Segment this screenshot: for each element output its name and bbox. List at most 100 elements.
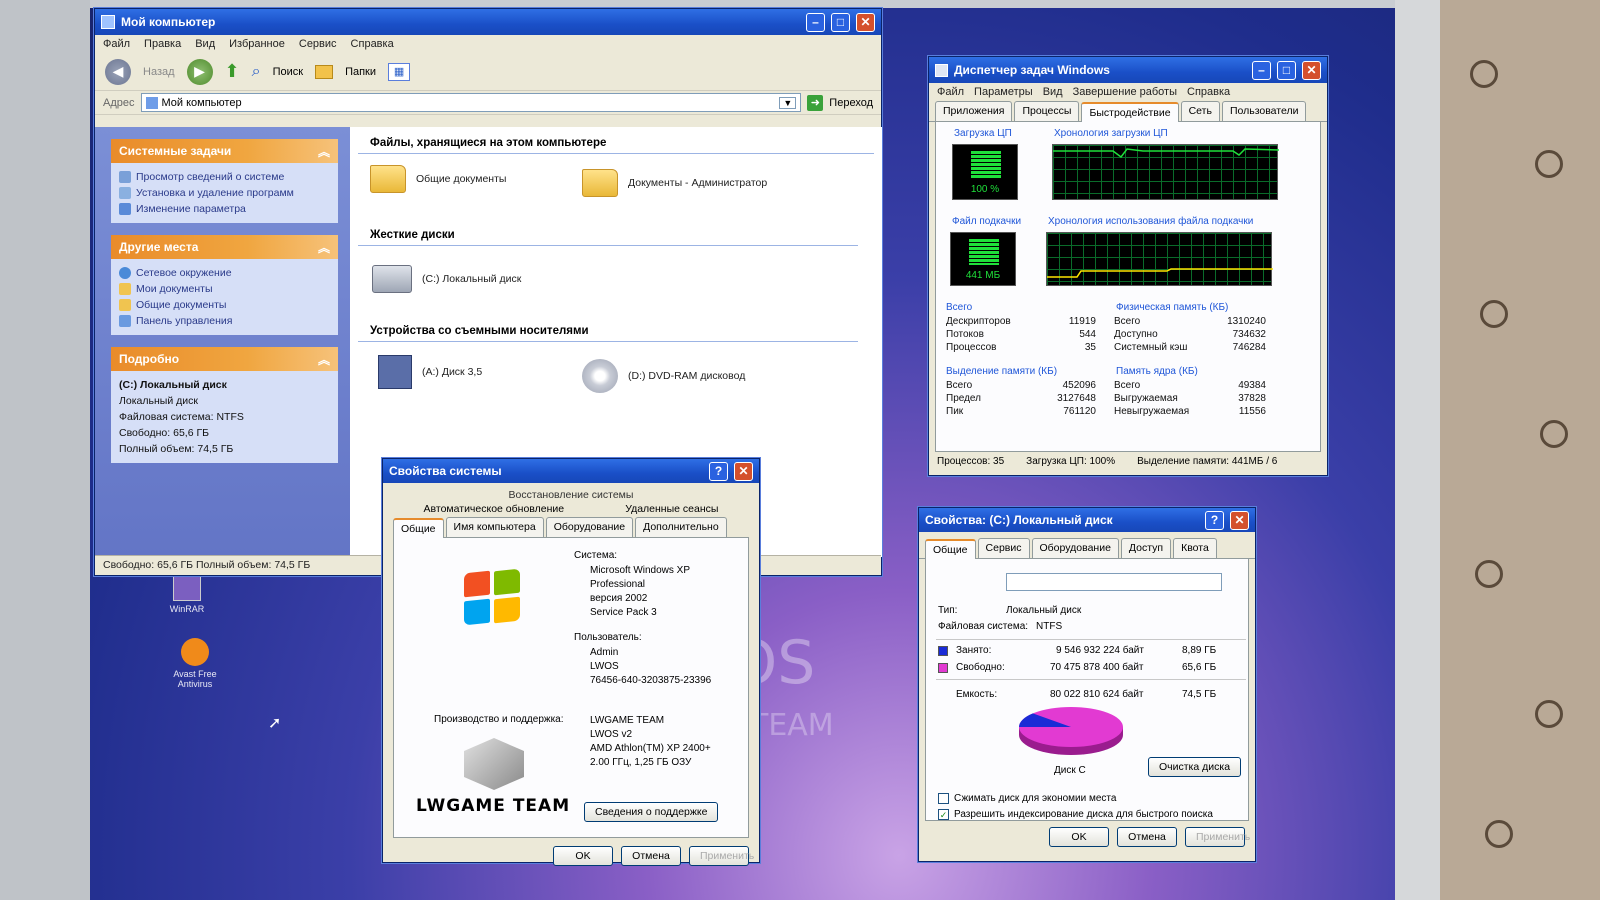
cancel-button[interactable]: Отмена (621, 846, 681, 866)
menu-view[interactable]: Вид (1043, 86, 1063, 98)
help-button[interactable]: ? (1205, 510, 1224, 530)
folders-icon[interactable] (315, 64, 334, 79)
avast-icon (181, 638, 209, 666)
task-view-system-info[interactable]: Просмотр сведений о системе (119, 169, 330, 185)
tab-hardware[interactable]: Оборудование (545, 517, 634, 537)
index-option[interactable]: ✓ Разрешить индексирование диска для быс… (938, 809, 1213, 820)
free-gb: 65,6 ГБ (1182, 662, 1217, 673)
tab-applications[interactable]: Приложения (935, 101, 1013, 121)
place-my-documents[interactable]: Мои документы (119, 281, 330, 297)
place-network[interactable]: Сетевое окружение (119, 265, 330, 281)
disk-usage-pie (1019, 707, 1123, 755)
sysprops-title: Свойства системы (389, 464, 502, 478)
taskmgr-titlebar[interactable]: Диспетчер задач Windows – □ ✕ (929, 57, 1327, 83)
tab-computer-name[interactable]: Имя компьютера (445, 517, 544, 537)
d-drive-item[interactable]: (D:) DVD-RAM дисковод (582, 359, 745, 393)
a-drive-item[interactable]: (A:) Диск 3,5 (378, 355, 482, 389)
tab-tools[interactable]: Сервис (977, 538, 1030, 558)
apply-button[interactable]: Применить (689, 846, 754, 866)
menu-tools[interactable]: Сервис (299, 38, 337, 50)
dropdown-arrow-icon[interactable]: ▼ (779, 96, 797, 109)
totals-row: Процессов 35 (946, 342, 1096, 353)
disk-label-input[interactable] (1006, 573, 1222, 591)
admin-documents-item[interactable]: Документы - Администратор (582, 169, 767, 197)
minimize-button[interactable]: – (1252, 60, 1271, 80)
tab-sharing[interactable]: Доступ (1120, 538, 1172, 558)
system-tasks-header[interactable]: Системные задачи ︽ (111, 139, 338, 163)
collapse-icon[interactable]: ︽ (318, 351, 330, 368)
search-icon[interactable]: ⌕ (252, 63, 261, 81)
menu-file[interactable]: Файл (103, 38, 130, 50)
search-button[interactable]: Поиск (273, 66, 303, 78)
menu-edit[interactable]: Правка (144, 38, 181, 50)
menu-shutdown[interactable]: Завершение работы (1073, 86, 1177, 98)
cancel-button[interactable]: Отмена (1117, 827, 1177, 847)
go-button[interactable]: Переход (829, 97, 873, 109)
details-free: Свободно: 65,6 ГБ (119, 427, 210, 439)
apply-button[interactable]: Применить (1185, 827, 1250, 847)
explorer-titlebar[interactable]: Мой компьютер – □ ✕ (95, 9, 881, 35)
tab-network[interactable]: Сеть (1180, 101, 1220, 121)
back-button-label[interactable]: Назад (143, 66, 175, 78)
diskprops-titlebar[interactable]: Свойства: (C:) Локальный диск ? ✕ (919, 508, 1255, 532)
menu-view[interactable]: Вид (195, 38, 215, 50)
tab-remote[interactable]: Удаленные сеансы (625, 503, 718, 515)
tab-performance[interactable]: Быстродействие (1081, 102, 1179, 122)
mouse-cursor-icon: ➚ (268, 715, 282, 732)
tab-general[interactable]: Общие (925, 539, 976, 559)
help-button[interactable]: ? (709, 461, 728, 481)
disk-cleanup-button[interactable]: Очистка диска (1148, 757, 1242, 777)
lwgame-logo-icon (464, 738, 524, 790)
tab-general[interactable]: Общие (393, 518, 444, 538)
menu-favorites[interactable]: Избранное (229, 38, 285, 50)
forward-arrow-icon[interactable]: ▶ (186, 58, 213, 85)
tab-hardware[interactable]: Оборудование (1031, 538, 1119, 558)
other-places-header[interactable]: Другие места ︽ (111, 235, 338, 259)
ok-button[interactable]: OK (1049, 827, 1109, 847)
close-button[interactable]: ✕ (734, 461, 753, 481)
compress-checkbox[interactable] (938, 793, 949, 804)
back-arrow-icon[interactable]: ◀ (105, 58, 131, 85)
minimize-button[interactable]: – (806, 12, 825, 32)
user-label: Пользователь: (574, 632, 642, 643)
maximize-button[interactable]: □ (831, 12, 850, 32)
support-info-button[interactable]: Сведения о поддержке (584, 802, 719, 822)
details-header[interactable]: Подробно ︽ (111, 347, 338, 371)
close-button[interactable]: ✕ (1302, 60, 1321, 80)
collapse-icon[interactable]: ︽ (318, 143, 330, 160)
close-button[interactable]: ✕ (856, 12, 875, 32)
folders-button[interactable]: Папки (345, 66, 376, 78)
menu-help[interactable]: Справка (351, 38, 394, 50)
tab-users[interactable]: Пользователи (1221, 101, 1307, 121)
collapse-icon[interactable]: ︽ (318, 239, 330, 256)
desktop-icon-avast[interactable]: Avast Free Antivirus (160, 638, 230, 689)
views-icon[interactable]: ▦ (388, 62, 411, 81)
compress-option[interactable]: Сжимать диск для экономии места (938, 793, 1116, 804)
cpu-usage-meter: 100 % (952, 144, 1018, 200)
task-add-remove-programs[interactable]: Установка и удаление программ (119, 185, 330, 201)
menu-file[interactable]: Файл (937, 86, 964, 98)
details-name: (C:) Локальный диск (119, 379, 227, 391)
up-folder-icon[interactable]: ⬆ (225, 61, 240, 82)
c-drive-item[interactable]: (C:) Локальный диск (372, 265, 521, 293)
desktop-icon-winrar[interactable]: WinRAR (152, 573, 222, 614)
go-arrow-icon[interactable]: ➜ (807, 94, 824, 111)
maximize-button[interactable]: □ (1277, 60, 1296, 80)
place-control-panel[interactable]: Панель управления (119, 313, 330, 329)
task-change-setting[interactable]: Изменение параметра (119, 201, 330, 217)
tab-processes[interactable]: Процессы (1014, 101, 1080, 121)
address-input[interactable]: Мой компьютер ▼ (140, 93, 802, 112)
index-checkbox[interactable]: ✓ (938, 809, 949, 820)
ok-button[interactable]: OK (553, 846, 613, 866)
tab-advanced[interactable]: Дополнительно (635, 517, 727, 537)
shared-documents-item[interactable]: Общие документы (370, 165, 506, 193)
tab-system-restore[interactable]: Восстановление системы (393, 489, 749, 501)
place-shared-documents[interactable]: Общие документы (119, 297, 330, 313)
sysprops-titlebar[interactable]: Свойства системы ? ✕ (383, 459, 759, 483)
close-button[interactable]: ✕ (1230, 510, 1249, 530)
physmem-row: Системный кэш 746284 (1114, 342, 1266, 353)
tab-auto-update[interactable]: Автоматическое обновление (424, 503, 565, 515)
menu-options[interactable]: Параметры (974, 86, 1033, 98)
tab-quota[interactable]: Квота (1173, 538, 1217, 558)
menu-help[interactable]: Справка (1187, 86, 1230, 98)
